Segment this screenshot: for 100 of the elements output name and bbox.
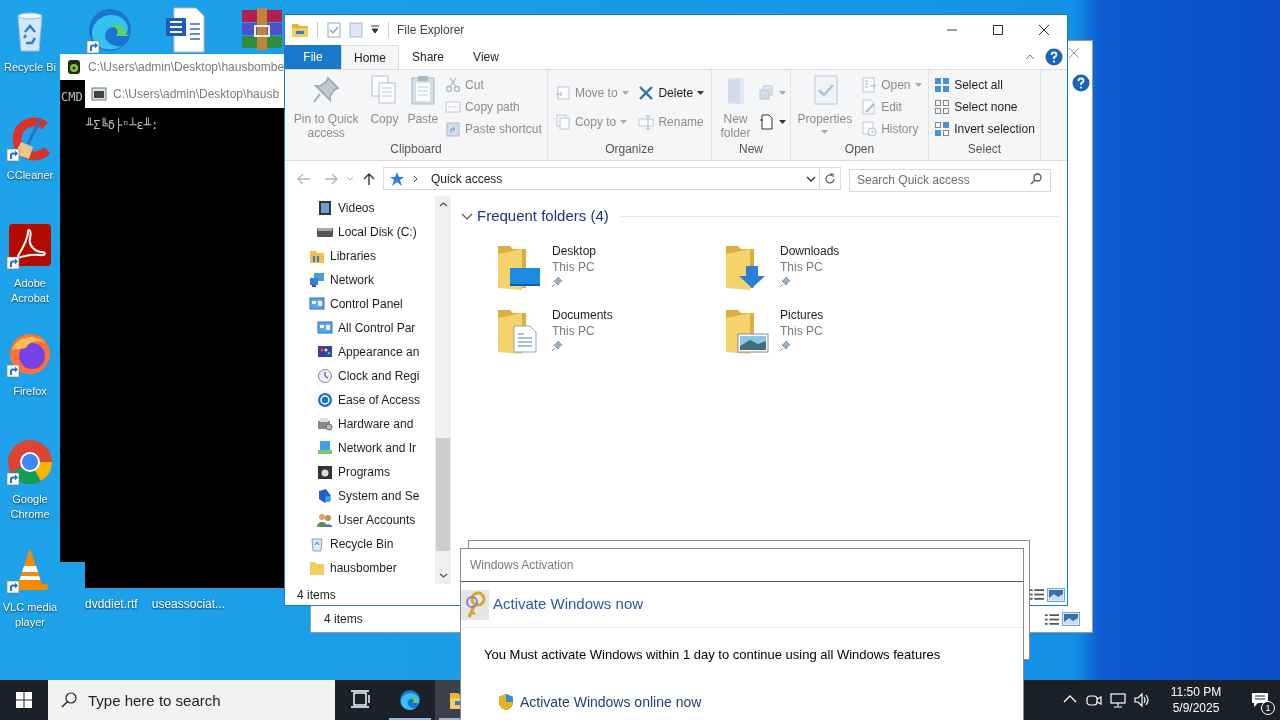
network-icon	[1110, 692, 1126, 708]
nav-item[interactable]: Local Disk (C:)	[285, 220, 435, 244]
nav-item[interactable]: All Control Par	[285, 316, 435, 340]
activation-link[interactable]: Activate Windows online now	[520, 691, 702, 713]
tiles-view-button[interactable]	[1062, 612, 1080, 626]
control-panel-icon	[309, 296, 325, 312]
recycle-bin-icon	[309, 536, 325, 552]
nav-item[interactable]: Network and Ir	[285, 436, 435, 460]
folder-name[interactable]: Desktop	[552, 243, 597, 259]
chevron-up-icon	[1025, 54, 1035, 60]
close-icon	[1069, 48, 1079, 58]
ribbon-button[interactable]: Delete	[636, 81, 707, 104]
ribbon-tab[interactable]: Home	[341, 45, 399, 69]
file-menu-button[interactable]: File	[285, 45, 341, 69]
nav-item[interactable]: Videos	[285, 196, 435, 220]
group-label: Organize	[604, 141, 655, 158]
folder-name[interactable]: Documents	[552, 307, 613, 323]
move-icon	[554, 84, 571, 101]
collapse-ribbon-button[interactable]	[1025, 54, 1035, 60]
film-icon	[317, 200, 333, 216]
nav-item[interactable]: System and Se	[285, 484, 435, 508]
group-label: Select	[966, 141, 1003, 158]
users-icon	[317, 512, 333, 528]
up-button[interactable]	[362, 171, 376, 186]
nav-item[interactable]: Libraries	[285, 244, 435, 268]
tiles-view-button[interactable]	[1047, 587, 1065, 602]
dialog-heading: Activate Windows now	[493, 594, 644, 615]
invert-selection-icon	[934, 121, 951, 137]
windows-logo-icon	[16, 692, 32, 708]
help-button[interactable]	[1045, 48, 1063, 66]
palette-icon	[317, 344, 333, 360]
image-icon	[1063, 613, 1079, 625]
nav-item[interactable]: Recycle Bin	[285, 532, 435, 556]
scrollbar-thumb[interactable]	[436, 438, 450, 551]
section-header[interactable]: Frequent folders (4)	[477, 204, 609, 228]
task-view-icon	[349, 689, 371, 711]
list-icon	[1045, 613, 1059, 625]
dropdown-icon	[370, 25, 380, 35]
ribbon-button[interactable]: Select none	[932, 96, 1037, 118]
close-button[interactable]	[1066, 45, 1082, 61]
history-icon	[861, 121, 878, 137]
ribbon-button[interactable]: Invert selection	[932, 118, 1037, 140]
nav-item[interactable]: Ease of Access	[285, 388, 435, 412]
details-view-button[interactable]	[1045, 613, 1059, 625]
star-icon	[389, 170, 405, 187]
ribbon-tab[interactable]: Share	[399, 45, 457, 69]
folder-location: This PC	[780, 323, 824, 339]
help-icon	[1072, 74, 1090, 92]
notifications-button[interactable]: 1	[1240, 680, 1280, 720]
folder-name[interactable]: Downloads	[780, 243, 840, 259]
breadcrumb-item[interactable]: Quick access	[431, 169, 806, 188]
nav-item[interactable]: hausbomber	[285, 556, 435, 580]
nav-item[interactable]: Network	[285, 268, 435, 292]
rename-icon	[638, 113, 655, 130]
search-field[interactable]: Search Quick access	[849, 168, 1051, 192]
copy-icon	[759, 84, 775, 101]
console-text: ╨Σ╚δ├ⁿ┴ε╨:	[86, 118, 159, 132]
maximize-icon	[993, 25, 1003, 35]
clock[interactable]: 11:50 PM 5/9/2025	[1158, 680, 1234, 720]
key-icon	[461, 589, 489, 620]
library-icon	[309, 248, 325, 264]
clipboard-icon	[445, 121, 462, 137]
window-title: C:\Users\admin\Desktop\hausbombe	[88, 59, 285, 76]
search-icon	[1030, 173, 1042, 185]
folder-location: This PC	[780, 259, 824, 275]
nav-item[interactable]: Hardware and	[285, 412, 435, 436]
details-view-button[interactable]	[1030, 589, 1044, 600]
nav-item[interactable]: Programs	[285, 460, 435, 484]
image-icon	[1048, 588, 1064, 601]
console-text: CMD	[61, 90, 83, 104]
chevron-down-icon	[346, 176, 354, 181]
nav-item[interactable]: Appearance an	[285, 340, 435, 364]
edit-icon	[861, 99, 878, 115]
customize-button[interactable]	[370, 25, 380, 35]
window-title: Windows Activation	[470, 557, 574, 574]
nav-item[interactable]: Control Panel	[285, 292, 435, 316]
browser-icon	[399, 689, 421, 711]
printer-icon	[317, 416, 333, 432]
control-panel-icon	[317, 320, 333, 336]
camera-icon	[1086, 692, 1102, 708]
chevron-right-icon	[413, 174, 419, 183]
ribbon-tab[interactable]: View	[457, 45, 515, 69]
folder-name[interactable]: Pictures	[780, 307, 824, 323]
select-none-icon	[934, 99, 951, 115]
folder-location: This PC	[552, 259, 596, 275]
console-icon	[91, 86, 107, 102]
nav-item[interactable]: Clock and Regi	[285, 364, 435, 388]
chevron-down-icon	[438, 573, 448, 578]
arrow-up-icon	[362, 171, 376, 186]
chevron-down-icon	[806, 175, 816, 182]
folder-location: This PC	[552, 323, 596, 339]
refresh-button[interactable]	[820, 167, 841, 190]
arrow-left-icon	[297, 171, 311, 186]
search-field[interactable]: Type here to search	[48, 680, 335, 720]
ribbon-button[interactable]: Select all	[932, 74, 1037, 96]
window-title: C:\Users\admin\Desktop\hausb	[113, 86, 280, 103]
help-button[interactable]	[1072, 74, 1090, 92]
scissors-icon	[445, 77, 462, 93]
nav-item[interactable]: User Accounts	[285, 508, 435, 532]
address-bar[interactable]: Quick access	[383, 167, 820, 190]
